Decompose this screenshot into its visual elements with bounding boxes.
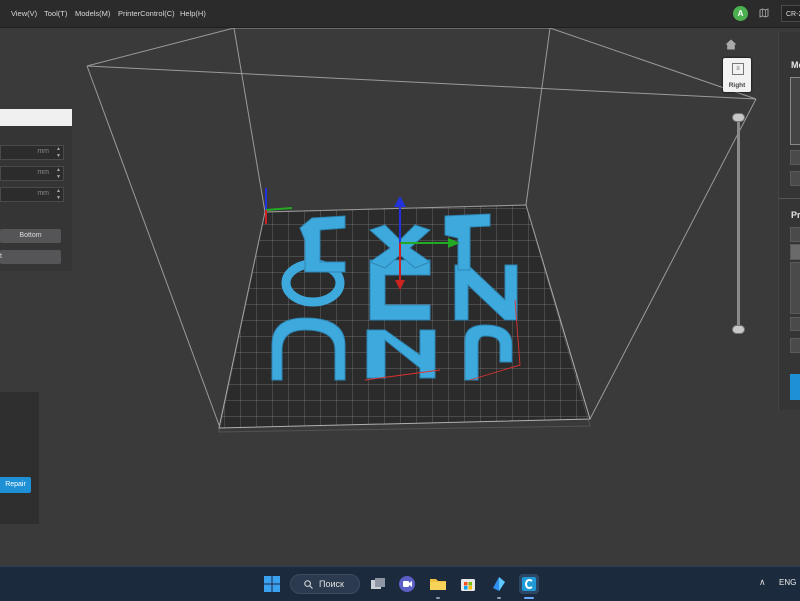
menu-item-file-partial[interactable]: ) [0, 9, 1, 18]
unit-label: mm [37, 190, 49, 197]
cube-face-icon: ≡ [732, 63, 744, 75]
spin-arrows-icon[interactable]: ▲ ▼ [56, 167, 61, 180]
repair-button[interactable]: Repair [0, 477, 31, 493]
windows-taskbar: Поиск [0, 566, 800, 601]
models-section-title: Mo [791, 60, 800, 70]
language-indicator[interactable]: ENG [779, 578, 796, 587]
left-tool-panel: mm ▲ ▼ mm ▲ ▼ mm ▲ ▼ Bottom t [0, 109, 72, 271]
menu-models[interactable]: Models(M) [75, 9, 110, 18]
task-view-icon[interactable] [368, 574, 388, 594]
spin-arrows-icon[interactable]: ▲ ▼ [56, 146, 61, 159]
menu-bar: ) View(V) Tool(T) Models(M) PrinterContr… [0, 0, 800, 28]
right-panel-button-1[interactable] [790, 150, 800, 165]
copilot-icon[interactable] [489, 574, 509, 594]
search-placeholder: Поиск [319, 579, 344, 589]
menu-printer-control[interactable]: PrinterControl(C) [118, 9, 175, 18]
print-setting-row-3[interactable] [790, 262, 800, 314]
right-settings-panel: Mo Pr [778, 32, 800, 410]
unit-label: mm [37, 169, 49, 176]
view-cube-face-label: Right [728, 82, 746, 89]
layer-slider-bottom-handle[interactable] [732, 325, 745, 334]
spin-arrows-icon[interactable]: ▲ ▼ [56, 188, 61, 201]
unit-label: mm [37, 148, 49, 155]
model-list[interactable] [790, 77, 800, 145]
position-x-field[interactable]: mm ▲ ▼ [0, 145, 64, 160]
left-panel-header [0, 109, 72, 126]
running-indicator [436, 597, 440, 599]
store-icon[interactable] [458, 574, 478, 594]
home-icon[interactable] [725, 39, 737, 53]
file-explorer-icon[interactable] [428, 574, 448, 594]
chevron-up-icon[interactable]: ∧ [759, 577, 766, 588]
layer-slider-top-handle[interactable] [732, 113, 745, 122]
bottom-button[interactable]: Bottom [0, 229, 61, 243]
running-indicator [497, 597, 501, 599]
right-panel-button-2[interactable] [790, 171, 800, 186]
search-icon [304, 580, 313, 589]
active-indicator [524, 597, 534, 599]
3d-viewport[interactable] [0, 28, 800, 566]
menu-view[interactable]: View(V) [11, 9, 37, 18]
print-setting-row-5[interactable] [790, 338, 800, 353]
divider [779, 198, 800, 199]
user-avatar[interactable]: A [733, 6, 748, 21]
print-setting-row-1[interactable] [790, 227, 800, 242]
windows-start-icon[interactable] [262, 574, 282, 594]
creality-print-icon[interactable] [519, 574, 539, 594]
menu-help[interactable]: Help(H) [180, 9, 206, 18]
menu-tool[interactable]: Tool(T) [44, 9, 67, 18]
repair-panel [0, 392, 39, 524]
position-z-field[interactable]: mm ▲ ▼ [0, 187, 64, 202]
map-icon[interactable] [759, 8, 769, 21]
taskbar-search-box[interactable]: Поиск [290, 574, 360, 594]
printer-select[interactable]: CR-2 [781, 5, 800, 22]
slice-button[interactable] [790, 374, 800, 400]
position-y-field[interactable]: mm ▲ ▼ [0, 166, 64, 181]
print-settings-section-title: Pr [791, 210, 800, 220]
print-setting-row-2[interactable] [790, 244, 800, 260]
print-setting-row-4[interactable] [790, 317, 800, 331]
reset-button[interactable]: t [0, 250, 61, 264]
view-cube[interactable]: ≡ Right [723, 58, 751, 92]
teams-meet-icon[interactable] [397, 574, 417, 594]
layer-slider-track[interactable] [737, 117, 740, 330]
